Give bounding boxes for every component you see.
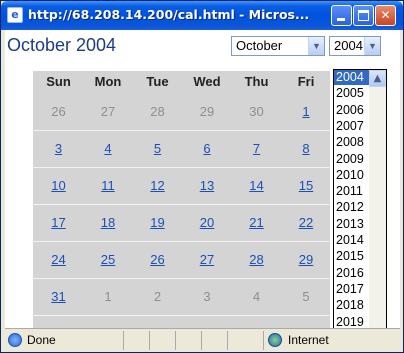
year-option[interactable]: 2009 [334,152,370,167]
calendar-day-link[interactable]: 10 [33,168,84,204]
minimize-button[interactable] [331,5,352,26]
month-select-value: October [236,38,283,53]
days-of-week-row: Sun Mon Tue Wed Thu Fri [33,71,330,93]
calendar-day-other-month: 26 [51,104,66,119]
calendar-day-link[interactable]: 28 [231,242,282,278]
calendar-day-link[interactable]: 14 [231,168,282,204]
year-option[interactable]: 2008 [334,135,370,150]
year-option[interactable]: 2017 [334,282,370,297]
calendar-day-other-month: 4 [252,289,261,304]
minimize-icon [337,18,345,21]
calendar-day-link[interactable]: 8 [281,131,332,167]
calendar-week-row: 24 25 26 27 28 29 [33,242,330,278]
calendar-day-link[interactable]: 5 [132,131,183,167]
year-option[interactable]: 2015 [334,249,370,264]
day-of-week-header: Tue [146,74,169,89]
day-of-week-header: Wed [193,74,221,89]
calendar-day-link[interactable]: 24 [33,242,84,278]
status-cell [123,331,149,350]
calendar-week-row: 17 18 19 20 21 22 [33,205,330,241]
calendar-day-link[interactable]: 18 [83,205,134,241]
calendar-day-link[interactable]: 15 [281,168,332,204]
internet-zone-icon [268,333,282,347]
calendar-day-link[interactable]: 22 [281,205,332,241]
ie-page-icon: e [7,7,23,23]
calendar-week-row: 31 1 2 3 4 5 [33,279,330,315]
year-option[interactable]: 2005 [334,86,370,101]
calendar-week-row: 345678 [33,131,330,167]
calendar-day-link[interactable]: 3 [33,131,84,167]
zone-text: Internet [288,333,329,347]
year-option[interactable]: 2011 [334,184,370,199]
calendar-day-link[interactable]: 1 [281,94,332,130]
calendar-day-link[interactable]: 7 [231,131,282,167]
calendar-day-other-month: 3 [203,289,211,304]
calendar-header: October 2004 October ▼ 2004 ▼ [5,30,400,60]
status-text: Done [27,333,56,347]
calendar-day-link[interactable]: 17 [33,205,84,241]
calendar-day-link[interactable]: 29 [281,242,332,278]
day-of-week-header: Thu [244,74,269,89]
year-option[interactable]: 2006 [334,103,370,118]
calendar-day-link[interactable]: 20 [182,205,233,241]
calendar-day-link[interactable]: 11 [83,168,134,204]
year-option[interactable]: 2007 [334,119,370,134]
calendar-day-link[interactable]: 4 [83,131,134,167]
calendar-day-link[interactable]: 12 [132,168,183,204]
year-option[interactable]: 2004 [334,70,370,85]
page-done-icon [8,333,22,347]
year-option[interactable]: 2014 [334,233,370,248]
year-option[interactable]: 2010 [334,168,370,183]
month-select[interactable]: October ▼ [231,36,325,56]
calendar-day-other-month: 2 [153,289,162,304]
status-bar: Done Internet [5,328,400,352]
year-list-scrollbar[interactable]: ▲ [369,70,386,351]
status-cell [149,331,175,350]
status-cell [175,331,201,350]
title-bar[interactable]: e http://68.208.14.200/cal.html - Micros… [1,1,403,30]
calendar-day-other-month: 27 [100,104,116,119]
calendar-week-row: 10 11 12 13 14 15 [33,168,330,204]
calendar-day-link[interactable]: 21 [231,205,282,241]
year-dropdown-list[interactable]: 2020201920182017201620152014201320122011… [333,69,387,352]
browser-window: e http://68.208.14.200/cal.html - Micros… [0,0,404,353]
calendar-day-link[interactable]: 19 [132,205,183,241]
year-select-value: 2004 [334,38,363,53]
calendar-title: October 2004 [7,35,117,55]
status-cell [227,331,263,350]
maximize-icon [358,10,369,21]
close-icon: ✕ [380,8,391,22]
calendar-day-other-month: 1 [104,289,112,304]
calendar-day-other-month: 29 [199,104,215,119]
week-separator [33,315,330,316]
calendar-day-other-month: 5 [302,289,310,304]
day-of-week-header: Fri [297,74,315,89]
maximize-button[interactable] [353,5,374,26]
year-option[interactable]: 2012 [334,200,370,215]
calendar-day-link[interactable]: 31 [33,279,84,315]
calendar-day-other-month: 30 [249,104,264,119]
page-content: October 2004 October ▼ 2004 ▼ Sun Mon Tue W… [5,30,400,352]
status-cell [201,331,227,350]
calendar-day-other-month: 28 [150,104,165,119]
chevron-down-icon[interactable]: ▼ [364,37,380,55]
close-button[interactable]: ✕ [375,5,396,26]
year-option[interactable]: 2018 [334,298,370,313]
calendar-day-link[interactable]: 13 [182,168,233,204]
scroll-up-icon[interactable]: ▲ [369,70,386,87]
calendar-day-link[interactable]: 26 [132,242,183,278]
window-title: http://68.208.14.200/cal.html - Micros..… [28,7,310,22]
day-of-week-header: Mon [94,74,122,89]
calendar-day-link[interactable]: 6 [182,131,233,167]
calendar-grid: Sun Mon Tue Wed Thu Fri 26 27 28 29 30 1 3 4 5 6 7 8 10 11… [33,71,330,330]
year-option[interactable]: 2016 [334,266,370,281]
calendar-day-link[interactable]: 27 [182,242,233,278]
year-option[interactable]: 2013 [334,217,370,232]
chevron-down-icon[interactable]: ▼ [308,37,324,55]
year-select[interactable]: 2004 ▼ [329,36,381,56]
day-of-week-header: Sun [46,74,71,89]
calendar-day-link[interactable]: 25 [83,242,134,278]
calendar-week-row: 26 27 28 29 30 1 [33,94,330,130]
